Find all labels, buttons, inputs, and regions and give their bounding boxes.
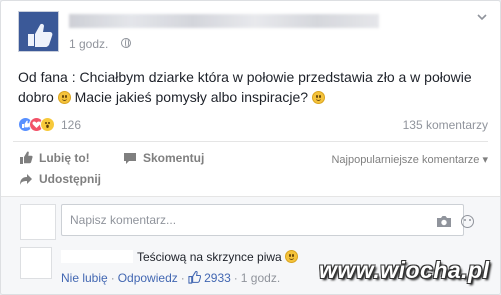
divider [13,141,488,142]
sort-comments-dropdown[interactable]: Najpopularniejsze komentarze ▾ [331,153,488,166]
smile-emoji-icon [57,91,71,104]
site-watermark: www.wiocha.pl [319,257,490,283]
globe-icon [121,38,131,48]
camera-icon[interactable] [436,215,452,228]
comment-actions: Nie lubię · Odpowiedz · 2933 · 1 godz. [61,271,280,285]
dot-separator: · [180,271,185,285]
comment-time[interactable]: 1 godz. [241,271,280,285]
thumbs-up-icon [188,271,201,284]
like-label: Lubię to! [39,151,90,165]
dot-separator: · [110,271,115,285]
comment-avatar[interactable] [20,247,52,279]
comment-input[interactable] [61,204,464,236]
dot-separator: · [233,271,238,285]
post-text: Od fana : Chciałbym dziarke która w poło… [18,67,488,107]
share-arrow-icon [20,173,32,185]
unlike-link[interactable]: Nie lubię [61,271,108,285]
page-avatar[interactable] [18,11,59,52]
post-text-rest: Macie jakieś pomysły albo inspiracje? [74,89,309,105]
chevron-down-icon[interactable] [476,11,488,23]
like-button[interactable]: Lubię to! [19,151,90,165]
comment-author-redacted[interactable] [61,250,133,263]
comment-count[interactable]: 135 komentarzy [403,118,488,132]
comment-text: Teściową na skrzynce piwa [137,250,282,264]
page-name-blurred[interactable] [69,14,379,28]
wow-icon [40,117,55,132]
emoji-picker-icon[interactable] [461,215,474,228]
thumbs-up-icon [20,151,33,164]
comment-like-count[interactable]: 2933 [204,271,231,285]
comment-text-wrap: Teściową na skrzynce piwa [137,250,299,264]
comment-button[interactable]: Skomentuj [123,151,204,165]
reaction-count[interactable]: 126 [61,118,81,132]
share-button[interactable]: Udostępnij [19,172,101,186]
my-avatar [20,204,56,240]
speech-bubble-icon [124,152,136,164]
post-card: 1 godz. Od fana : Chciałbym dziarke któr… [0,0,501,295]
smile-emoji-icon [285,250,299,263]
smile-emoji-icon [311,91,325,104]
post-timestamp[interactable]: 1 godz. [69,37,108,51]
share-label: Udostępnij [39,172,101,186]
reply-link[interactable]: Odpowiedz [118,271,178,285]
comment-label: Skomentuj [143,151,205,165]
thumbs-up-logo-icon [19,12,58,51]
